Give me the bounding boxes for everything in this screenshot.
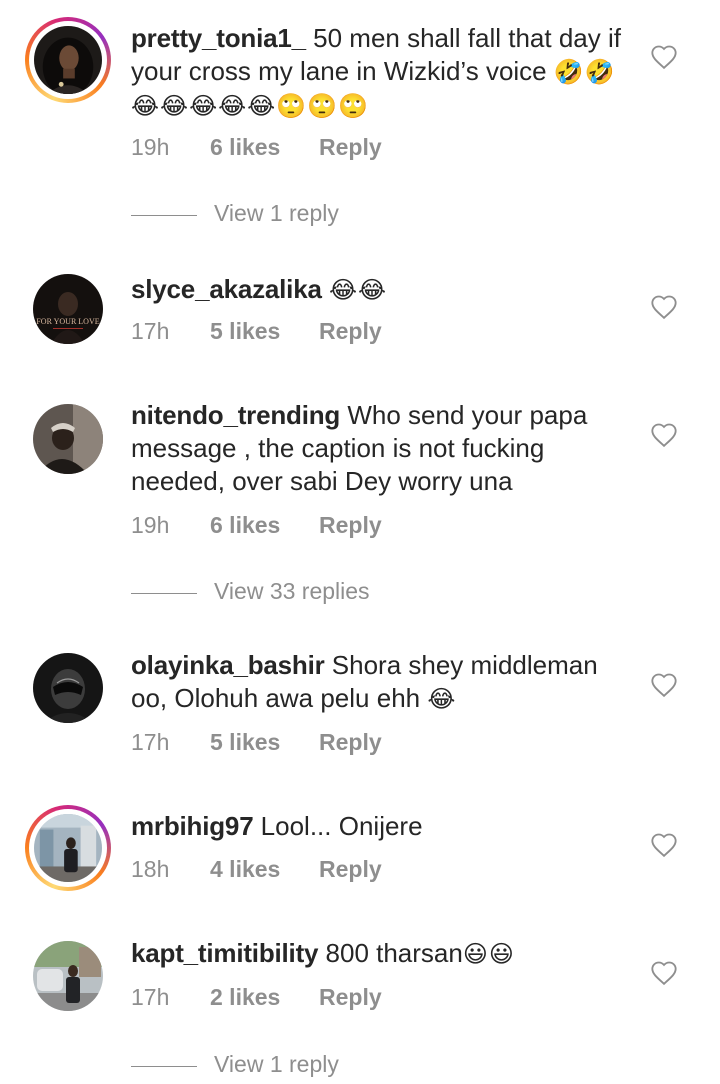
comment-username[interactable]: slyce_akazalika: [131, 274, 322, 304]
comment-emoji: 😂: [427, 685, 457, 713]
avatar[interactable]: [25, 933, 111, 1019]
view-replies-label: View 1 reply: [214, 200, 339, 226]
avatar[interactable]: [25, 17, 111, 103]
reply-button[interactable]: Reply: [319, 856, 382, 883]
comment-likes[interactable]: 4 likes: [210, 856, 280, 883]
comment-body: Lool... Onijere: [253, 811, 423, 841]
heart-outline-icon[interactable]: [650, 422, 678, 448]
comment-text: kapt_timitibility 800 tharsan😃😃: [131, 937, 631, 971]
avatar[interactable]: FOR YOUR LOVE: [25, 266, 111, 352]
comment-likes[interactable]: 6 likes: [210, 512, 280, 539]
comment-time: 17h: [131, 318, 170, 344]
comment-time: 17h: [131, 984, 170, 1010]
comment-username[interactable]: kapt_timitibility: [131, 938, 318, 968]
avatar[interactable]: [25, 396, 111, 482]
comment-username[interactable]: mrbihig97: [131, 811, 254, 841]
comment-time: 19h: [131, 134, 170, 160]
comment-body: 800 tharsan: [318, 938, 463, 968]
comment-text: slyce_akazalika 😂😂: [131, 273, 631, 307]
heart-outline-icon[interactable]: [650, 294, 678, 320]
avatar[interactable]: [25, 805, 111, 891]
comment-username[interactable]: pretty_tonia1_: [131, 23, 306, 53]
heart-outline-icon[interactable]: [650, 960, 678, 986]
comment-time: 17h: [131, 729, 170, 755]
reply-button[interactable]: Reply: [319, 512, 382, 539]
comment-text: mrbihig97 Lool... Onijere: [131, 810, 631, 843]
comment-likes[interactable]: 5 likes: [210, 729, 280, 756]
divider: [131, 593, 197, 594]
comment-body: [322, 274, 329, 304]
view-replies-label: View 1 reply: [214, 1051, 339, 1077]
reply-button[interactable]: Reply: [319, 729, 382, 756]
view-replies-button[interactable]: View 33 replies: [131, 578, 531, 608]
divider: [131, 215, 197, 216]
comment-likes[interactable]: 5 likes: [210, 318, 280, 345]
comment-username[interactable]: olayinka_bashir: [131, 650, 325, 680]
comment-time: 19h: [131, 512, 170, 538]
comment-text: pretty_tonia1_ 50 men shall fall that da…: [131, 22, 631, 123]
heart-outline-icon[interactable]: [650, 44, 678, 70]
comment-text: olayinka_bashir Shora shey middleman oo,…: [131, 649, 631, 716]
comment-time: 18h: [131, 856, 170, 882]
reply-button[interactable]: Reply: [319, 134, 382, 161]
reply-button[interactable]: Reply: [319, 318, 382, 345]
avatar-caption: FOR YOUR LOVE: [36, 317, 99, 326]
heart-outline-icon[interactable]: [650, 672, 678, 698]
comment-likes[interactable]: 6 likes: [210, 134, 280, 161]
comment-text: nitendo_trending Who send your papa mess…: [131, 399, 631, 498]
comment-likes[interactable]: 2 likes: [210, 984, 280, 1011]
view-replies-label: View 33 replies: [214, 578, 370, 604]
comment-emoji: 😂😂: [328, 276, 388, 304]
comment-emoji: 😃😃: [462, 940, 515, 968]
comment-username[interactable]: nitendo_trending: [131, 400, 340, 430]
divider: [131, 1066, 197, 1067]
reply-button[interactable]: Reply: [319, 984, 382, 1011]
heart-outline-icon[interactable]: [650, 832, 678, 858]
view-replies-button[interactable]: View 1 reply: [131, 1051, 531, 1081]
view-replies-button[interactable]: View 1 reply: [131, 200, 531, 230]
avatar[interactable]: [25, 645, 111, 731]
